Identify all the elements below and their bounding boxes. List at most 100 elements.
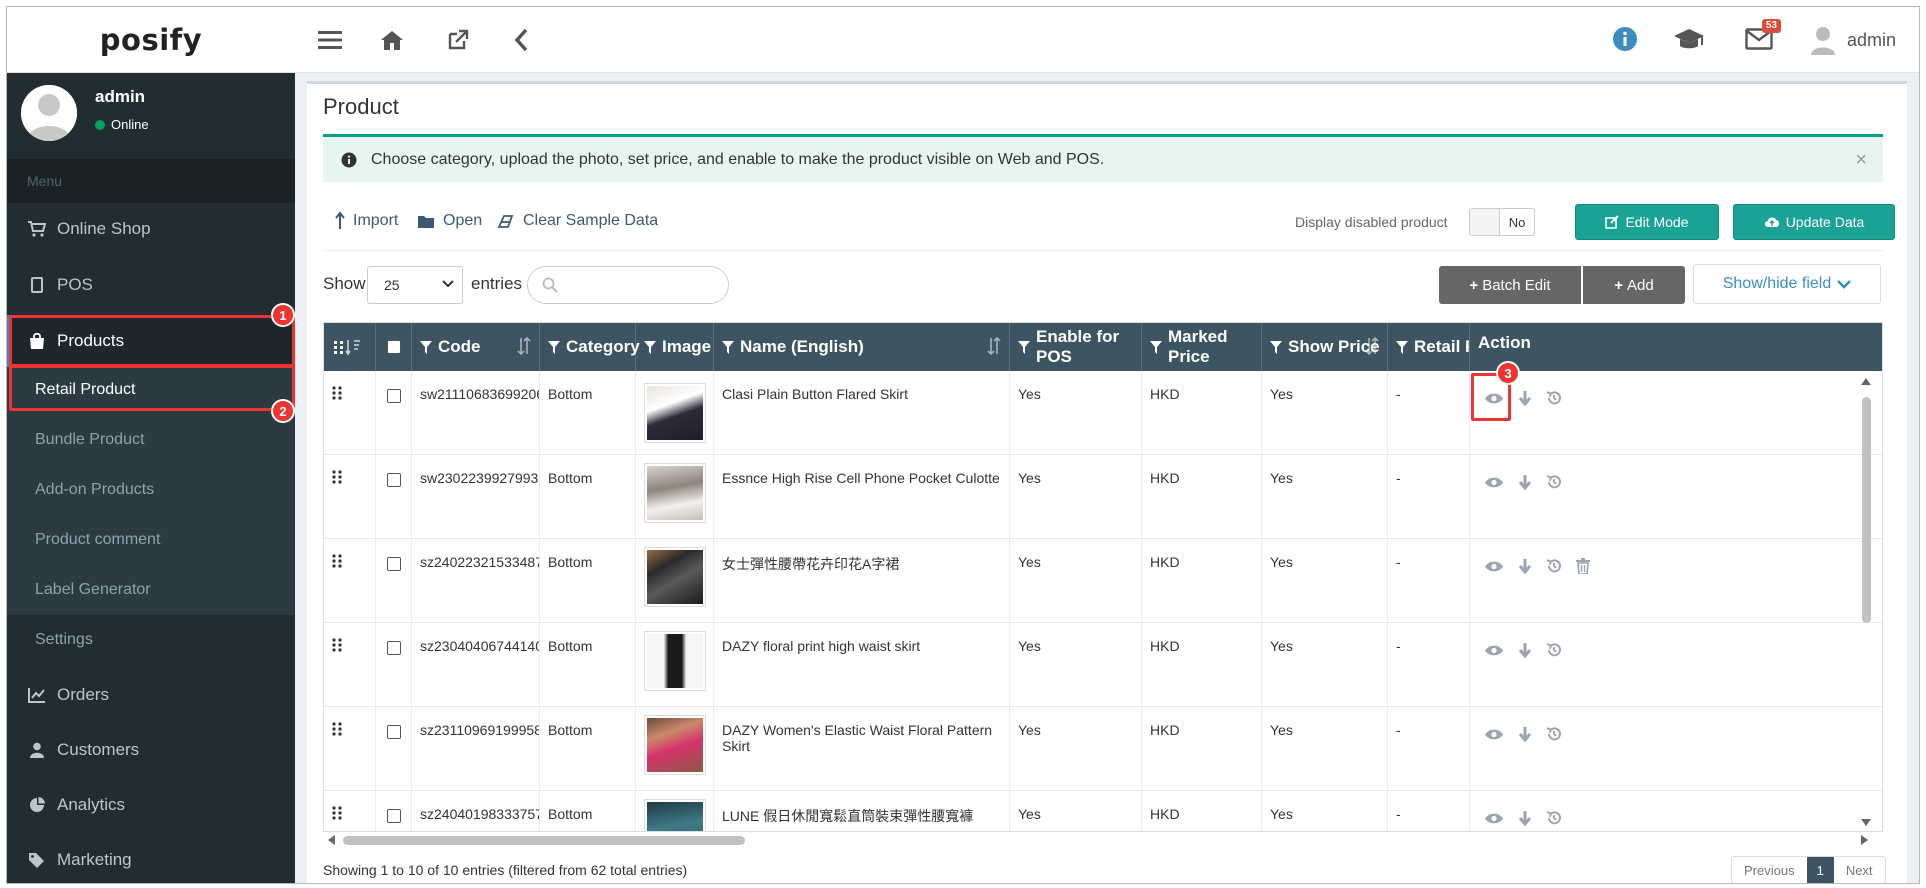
view-eye-icon[interactable] (1484, 812, 1504, 825)
row-checkbox[interactable] (387, 809, 401, 823)
product-thumbnail[interactable] (644, 547, 706, 607)
mail-icon[interactable]: 53 (1741, 19, 1781, 57)
next-page-button[interactable]: Next (1834, 857, 1885, 883)
view-eye-icon[interactable] (1484, 560, 1504, 573)
display-disabled-toggle[interactable]: No (1469, 208, 1535, 236)
filter-icon[interactable] (1150, 340, 1162, 354)
filter-icon[interactable] (1270, 340, 1282, 354)
update-data-button[interactable]: Update Data (1733, 204, 1895, 240)
filter-icon[interactable] (420, 340, 432, 354)
menu-toggle-icon[interactable] (313, 23, 347, 57)
history-icon[interactable] (1546, 810, 1562, 826)
entries-select[interactable]: 25 (367, 266, 463, 304)
drag-handle-icon[interactable] (324, 455, 376, 539)
vertical-scroll-thumb[interactable] (1862, 397, 1871, 623)
batch-edit-button[interactable]: + Batch Edit (1439, 266, 1581, 304)
back-chevron-icon[interactable] (504, 23, 538, 57)
row-checkbox[interactable] (387, 725, 401, 739)
row-checkbox[interactable] (387, 473, 401, 487)
column-header-show-price[interactable]: Show Price (1262, 323, 1388, 371)
table-row[interactable]: sw2111068369920666 Bottom Clasi Plain Bu… (324, 371, 1882, 455)
product-thumbnail[interactable] (644, 799, 706, 831)
sidebar-item-marketing[interactable]: Marketing (7, 834, 295, 883)
sidebar-item-orders[interactable]: Orders (7, 669, 295, 721)
user-menu[interactable]: admin (1809, 23, 1896, 57)
sort-icon[interactable] (1365, 336, 1379, 360)
drag-handle-icon[interactable] (324, 623, 376, 707)
close-icon[interactable]: × (1855, 149, 1867, 172)
column-header-enable-pos[interactable]: Enable for POS (1010, 323, 1142, 371)
view-eye-icon[interactable] (1484, 644, 1504, 657)
previous-page-button[interactable]: Previous (1732, 857, 1807, 883)
sidebar-item-online-shop[interactable]: Online Shop (7, 203, 295, 255)
view-eye-icon[interactable] (1484, 476, 1504, 489)
select-all-header[interactable] (376, 323, 412, 371)
download-arrow-icon[interactable] (1518, 558, 1532, 574)
view-eye-icon[interactable] (1484, 392, 1504, 405)
row-checkbox[interactable] (387, 389, 401, 403)
edit-mode-button[interactable]: Edit Mode (1575, 204, 1719, 240)
table-row[interactable]: sz2402232153348710 Bottom 女士彈性腰帶花卉印花A字裙 … (324, 539, 1882, 623)
download-arrow-icon[interactable] (1518, 474, 1532, 490)
import-button[interactable]: Import (335, 212, 398, 230)
row-checkbox[interactable] (387, 641, 401, 655)
view-eye-icon[interactable] (1484, 728, 1504, 741)
page-1-button[interactable]: 1 (1806, 857, 1834, 883)
download-arrow-icon[interactable] (1518, 810, 1532, 826)
sidebar-item-customers[interactable]: Customers (7, 724, 295, 776)
column-header-image[interactable]: Image (636, 323, 714, 371)
sidebar-item-products[interactable]: Products (7, 315, 295, 367)
drag-handle-icon[interactable] (324, 539, 376, 623)
history-icon[interactable] (1546, 474, 1562, 490)
sidebar-subitem-retail-product[interactable]: Retail Product (7, 367, 295, 413)
product-thumbnail[interactable] (644, 715, 706, 775)
sidebar-item-pos[interactable]: POS (7, 259, 295, 311)
column-header-marked-price[interactable]: Marked Price (1142, 323, 1262, 371)
trash-icon[interactable] (1576, 558, 1590, 574)
table-row[interactable]: sw2302239927993314 Bottom Essnce High Ri… (324, 455, 1882, 539)
sidebar-item-analytics[interactable]: Analytics (7, 779, 295, 831)
product-thumbnail[interactable] (644, 463, 706, 523)
sidebar-subitem-product-comment[interactable]: Product comment (7, 517, 295, 563)
download-arrow-icon[interactable] (1518, 726, 1532, 742)
filter-icon[interactable] (644, 340, 656, 354)
history-icon[interactable] (1546, 726, 1562, 742)
column-header-retail-price[interactable]: Retail Pri (1388, 323, 1470, 371)
history-icon[interactable] (1546, 642, 1562, 658)
show-hide-field-button[interactable]: Show/hide field (1693, 264, 1881, 304)
history-icon[interactable] (1546, 390, 1562, 406)
row-checkbox[interactable] (387, 557, 401, 571)
column-header-category[interactable]: Category (540, 323, 640, 371)
product-thumbnail[interactable] (644, 383, 706, 443)
table-row[interactable]: sz2304040674414002 Bottom DAZY floral pr… (324, 623, 1882, 707)
add-button[interactable]: + Add (1583, 266, 1685, 304)
drag-handle-icon[interactable] (324, 371, 376, 455)
filter-icon[interactable] (548, 340, 560, 354)
product-thumbnail[interactable] (644, 631, 706, 691)
open-button[interactable]: Open (417, 212, 482, 230)
sidebar-subitem-add-on-products[interactable]: Add-on Products (7, 467, 295, 513)
sort-icon[interactable] (987, 336, 1001, 360)
vertical-scrollbar[interactable] (1859, 375, 1873, 831)
clear-sample-data-button[interactable]: Clear Sample Data (497, 212, 658, 230)
drag-handle-icon[interactable] (324, 791, 376, 831)
search-input[interactable] (527, 266, 729, 304)
sidebar-subitem-label-generator[interactable]: Label Generator (7, 567, 295, 613)
external-link-icon[interactable] (441, 23, 475, 57)
column-header-name[interactable]: Name (English) (714, 323, 1010, 371)
horizontal-scroll-thumb[interactable] (343, 836, 745, 845)
horizontal-scrollbar[interactable] (323, 832, 1883, 848)
info-icon[interactable] (1607, 21, 1643, 57)
drag-handle-icon[interactable] (324, 707, 376, 791)
home-icon[interactable] (375, 23, 409, 57)
table-row[interactable]: sz2311096919995896 Bottom DAZY Women's E… (324, 707, 1882, 791)
filter-icon[interactable] (1396, 340, 1408, 354)
sort-icon[interactable] (517, 336, 531, 360)
column-header-code[interactable]: Code (412, 323, 540, 371)
reorder-column-header[interactable] (324, 323, 376, 371)
graduation-cap-icon[interactable] (1671, 21, 1707, 57)
brand-logo[interactable]: posify (7, 7, 295, 73)
table-row[interactable]: sz2404019833375746 Bottom LUNE 假日休閒寬鬆直筒裝… (324, 791, 1882, 831)
sidebar-subitem-bundle-product[interactable]: Bundle Product (7, 417, 295, 463)
select-all-checkbox[interactable] (386, 340, 401, 354)
